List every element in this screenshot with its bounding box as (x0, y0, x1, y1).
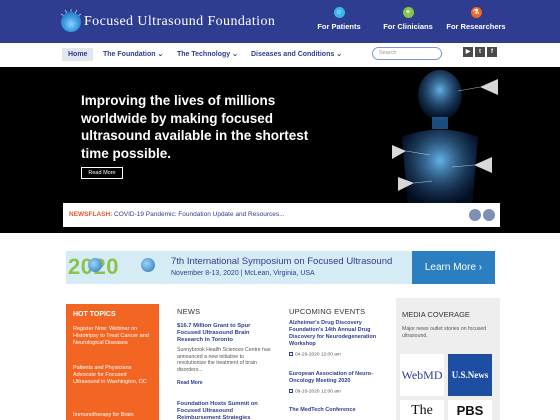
search-input[interactable]: Search (372, 47, 442, 60)
media-coverage-panel: MEDIA COVERAGE Major news outlet stories… (396, 298, 500, 420)
hot-topics-panel: HOT TOPICS Register Now: Webinar on Hist… (66, 304, 159, 420)
clinicians-icon: + (402, 7, 414, 18)
chevron-down-icon: ⌄ (157, 51, 164, 58)
nav-the-foundation[interactable]: The Foundation ⌄ (103, 48, 163, 61)
calendar-icon (289, 389, 293, 393)
pbs-logo[interactable]: PBS (448, 400, 492, 420)
webmd-logo[interactable]: WebMD (400, 354, 444, 396)
event-date: 09-10-2020 12:00 am (289, 389, 341, 394)
news-read-more-link[interactable]: Read More (177, 380, 203, 386)
nyt-logo[interactable]: The (400, 400, 444, 420)
event-title[interactable]: The MedTech Conference (289, 407, 385, 414)
globe-icon (141, 258, 155, 272)
event-title[interactable]: Alzheimer's Drug Discovery Foundation's … (289, 320, 385, 348)
human-body-illustration (392, 70, 498, 207)
hot-topics-title: HOT TOPICS (73, 311, 116, 318)
hot-topic-item[interactable]: Register Now: Webinar on Histotripsy to … (73, 326, 153, 347)
news-headline[interactable]: Foundation Hosts Summit on Focused Ultra… (177, 401, 272, 420)
event-date: 04-26-2020 12:00 am (289, 352, 341, 357)
news-headline[interactable]: $16.7 Million Grant to Spur Focused Ultr… (177, 323, 272, 344)
learn-more-button[interactable]: Learn More › (412, 251, 495, 284)
chevron-down-icon: ⌄ (232, 51, 238, 58)
researchers-icon: ⚗ (470, 7, 482, 18)
nyt-logo-text: The (411, 403, 433, 418)
nav-home[interactable]: Home (62, 48, 94, 61)
for-clinicians-label: For Clinicians (383, 22, 433, 31)
newsflash-prev-button[interactable] (469, 209, 481, 221)
hot-topic-item[interactable]: Immunotherapy for Brain (73, 412, 153, 419)
pbs-logo-text: PBS (456, 403, 484, 418)
news-summary: Sunnybrook Health Sciences Centre has an… (177, 347, 271, 373)
news-title: NEWS (177, 307, 201, 316)
event-date-text: 04-26-2020 12:00 am (295, 352, 341, 358)
chevron-down-icon: ⌄ (336, 51, 343, 58)
hero-title: Improving the lives of millions worldwid… (81, 93, 309, 161)
newsflash-link[interactable]: COVID-19 Pandemic: Foundation Update and… (114, 211, 285, 218)
nav-the-technology[interactable]: The Technology ⌄ (177, 48, 238, 61)
brand-name[interactable]: Focused Ultrasound Foundation (84, 14, 275, 30)
media-coverage-text: Major news outlet stories on focused ult… (402, 326, 487, 339)
newsflash-label: NEWSFLASH: (69, 211, 113, 218)
media-coverage-title: MEDIA COVERAGE (402, 310, 470, 319)
usnews-logo[interactable]: U.S.News (448, 354, 492, 396)
hero-read-more-button[interactable]: Read More (81, 167, 123, 179)
for-researchers-link[interactable]: ⚗ For Researchers (436, 7, 516, 31)
header-bar: Focused Ultrasound Foundation ☺ For Pati… (0, 0, 560, 43)
youtube-icon[interactable]: ▶ (463, 47, 473, 57)
patients-icon: ☺ (333, 7, 345, 18)
nav-the-foundation-label: The Foundation (103, 51, 156, 58)
calendar-icon (289, 352, 293, 356)
newsflash-next-button[interactable] (483, 209, 495, 221)
event-title[interactable]: European Association of Neuro-Oncology M… (289, 371, 385, 385)
webmd-logo-text: WebMD (401, 368, 443, 382)
banner-subtitle: November 8-13, 2020 | McLean, Virginia, … (171, 270, 315, 277)
hot-topic-item[interactable]: Patients and Physicians Advocate for Foc… (73, 365, 153, 386)
nav-diseases-and-conditions[interactable]: Diseases and Conditions ⌄ (251, 48, 342, 61)
usnews-logo-text: U.S.News (451, 370, 489, 380)
facebook-icon[interactable]: f (487, 47, 497, 57)
nav-the-technology-label: The Technology (177, 51, 231, 58)
for-researchers-label: For Researchers (446, 22, 506, 31)
event-date-text: 09-10-2020 12:00 am (295, 389, 341, 395)
nav-diseases-label: Diseases and Conditions (251, 51, 335, 58)
banner-title: 7th International Symposium on Focused U… (171, 256, 393, 267)
foundation-logo-icon[interactable] (61, 12, 81, 32)
globe-icon (88, 258, 102, 272)
newsflash-bar: NEWSFLASH: COVID-19 Pandemic: Foundation… (63, 203, 500, 227)
for-patients-label: For Patients (317, 22, 361, 31)
twitter-icon[interactable]: t (475, 47, 485, 57)
for-patients-link[interactable]: ☺ For Patients (299, 7, 379, 31)
events-title: UPCOMING EVENTS (289, 307, 366, 316)
